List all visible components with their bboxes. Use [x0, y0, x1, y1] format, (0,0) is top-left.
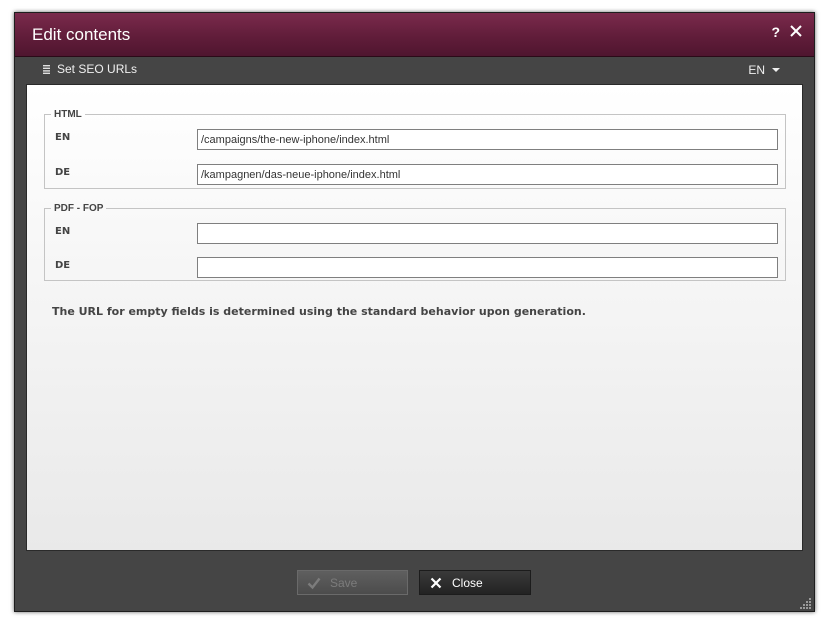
- seo-urls-menu[interactable]: Set SEO URLs: [43, 62, 137, 76]
- help-button[interactable]: ?: [771, 24, 780, 40]
- html-en-row: EN: [55, 129, 778, 150]
- html-de-input[interactable]: [197, 164, 778, 185]
- html-de-label: DE: [55, 167, 71, 178]
- seo-urls-label: Set SEO URLs: [57, 62, 138, 76]
- pdf-en-label: EN: [55, 226, 71, 237]
- pdf-en-row: EN: [55, 223, 778, 244]
- close-button[interactable]: Close: [419, 570, 531, 595]
- save-button-label: Save: [330, 575, 358, 590]
- html-group: HTML EN DE: [44, 109, 786, 189]
- pdf-de-label: DE: [55, 260, 71, 271]
- chevron-down-icon: [772, 68, 780, 72]
- edit-contents-dialog: Edit contents ? Set SEO URLs EN HTML EN: [14, 12, 815, 612]
- dialog-title: Edit contents: [32, 25, 131, 44]
- save-button[interactable]: Save: [297, 570, 408, 595]
- resize-grip-icon[interactable]: [800, 597, 812, 609]
- pdf-de-input[interactable]: [197, 257, 778, 278]
- pdf-de-row: DE: [55, 257, 778, 278]
- dialog-titlebar[interactable]: Edit contents ?: [15, 13, 814, 57]
- content-panel: HTML EN DE PDF - FOP EN DE The URL for e…: [26, 84, 803, 551]
- html-group-legend: HTML: [54, 109, 82, 120]
- empty-fields-info-text: The URL for empty fields is determined u…: [52, 305, 586, 318]
- html-en-label: EN: [55, 132, 71, 143]
- language-value: EN: [748, 63, 765, 77]
- list-icon: [43, 64, 50, 74]
- close-icon: [430, 577, 442, 588]
- language-select[interactable]: EN: [748, 63, 780, 77]
- dialog-toolbar: Set SEO URLs EN: [15, 57, 814, 83]
- pdf-en-input[interactable]: [197, 223, 778, 244]
- pdf-fop-group-legend: PDF - FOP: [54, 203, 104, 214]
- html-en-input[interactable]: [197, 129, 778, 150]
- close-icon[interactable]: [789, 24, 803, 38]
- pdf-fop-group: PDF - FOP EN DE: [44, 203, 786, 281]
- checkmark-icon: [307, 577, 321, 589]
- html-de-row: DE: [55, 164, 778, 185]
- close-button-label: Close: [452, 575, 483, 590]
